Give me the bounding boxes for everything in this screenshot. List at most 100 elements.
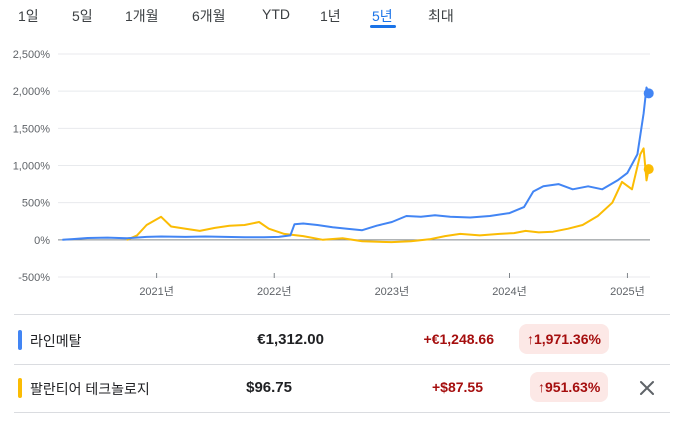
data-point	[185, 228, 187, 230]
data-point	[642, 147, 645, 150]
data-point	[341, 237, 344, 239]
active-tab-indicator	[370, 25, 396, 28]
data-point	[582, 224, 584, 226]
data-point	[214, 227, 216, 229]
security-name: 라인메탈	[30, 333, 82, 349]
data-point	[204, 235, 206, 238]
data-point	[420, 216, 422, 218]
legend-row-palantir[interactable]: 팔란티어 테크놀로지 $96.75 +$87.55 ↑951.63%	[0, 368, 670, 408]
data-point	[645, 179, 648, 181]
data-point	[469, 216, 471, 219]
series-endpoint-marker	[643, 164, 654, 175]
data-point	[601, 188, 603, 190]
data-point	[283, 233, 285, 235]
data-point	[199, 230, 201, 232]
data-point	[444, 235, 446, 237]
security-price: €1,312.00	[257, 331, 324, 348]
tab-6m[interactable]: 6개월	[192, 6, 226, 26]
series-color-swatch	[18, 378, 22, 398]
y-tick-label: 1,000%	[13, 161, 51, 173]
data-point	[626, 172, 629, 174]
data-point	[293, 223, 296, 225]
data-point	[552, 231, 554, 233]
data-point	[538, 231, 540, 233]
tab-max[interactable]: 최대	[428, 6, 454, 26]
data-point	[557, 183, 560, 185]
divider	[14, 364, 670, 365]
data-point	[405, 215, 407, 217]
timeframe-tabs: 1일 5일 1개월 6개월 YTD 1년 5년 최대	[0, 0, 694, 34]
data-point	[302, 235, 304, 237]
data-point	[61, 239, 64, 241]
data-point	[106, 237, 108, 239]
data-point	[572, 188, 574, 190]
data-point	[160, 235, 162, 238]
arrow-up-icon: ↑	[527, 331, 534, 347]
data-point	[243, 236, 246, 238]
percent-change-value: 1,971.36%	[534, 331, 601, 347]
tab-1d[interactable]: 1일	[18, 6, 39, 26]
data-point	[126, 237, 128, 239]
data-point	[146, 224, 148, 226]
data-point	[87, 237, 89, 239]
data-point	[489, 215, 491, 217]
data-point	[331, 226, 334, 228]
tab-1m[interactable]: 1개월	[125, 6, 159, 26]
data-point	[126, 239, 128, 241]
divider	[14, 314, 670, 315]
data-point	[429, 238, 432, 240]
x-tick-label: 2023년	[375, 285, 410, 296]
data-point	[587, 185, 589, 187]
comparison-chart: 2,500% 2,000% 1,500% 1,000% 500% 0% -500…	[13, 49, 654, 296]
data-point	[376, 225, 378, 227]
data-point	[621, 181, 623, 183]
percent-change-value: 951.63%	[545, 379, 601, 395]
data-point	[160, 216, 162, 218]
divider	[14, 412, 670, 413]
data-point	[302, 222, 304, 225]
series-line	[126, 147, 650, 244]
tab-1y[interactable]: 1년	[320, 6, 341, 26]
chart-series	[61, 86, 654, 244]
data-point	[508, 212, 511, 214]
x-tick-label: 2021년	[139, 285, 174, 296]
data-point	[449, 216, 451, 218]
data-point	[361, 240, 363, 242]
tab-ytd[interactable]: YTD	[262, 6, 290, 22]
data-point	[459, 233, 461, 235]
data-point	[268, 228, 270, 230]
x-axis-labels: 2021년 2022년 2023년 2024년 2025년	[139, 285, 644, 296]
data-point	[636, 153, 639, 155]
legend-row-rheinmetall[interactable]: 라인메탈 €1,312.00 +€1,248.66 ↑1,971.36%	[0, 320, 670, 360]
y-tick-label: 2,500%	[13, 49, 51, 61]
data-point	[567, 228, 569, 230]
chart-grid	[58, 53, 650, 278]
data-point	[532, 190, 534, 193]
data-point	[631, 188, 633, 190]
data-point	[146, 236, 148, 238]
tab-5d[interactable]: 5일	[72, 6, 93, 26]
data-point	[611, 202, 613, 204]
y-axis-labels: 2,500% 2,000% 1,500% 1,000% 500% 0% -500…	[13, 49, 51, 284]
price-change: +€1,248.66	[423, 331, 494, 347]
close-icon[interactable]	[636, 377, 658, 399]
data-point	[243, 224, 246, 226]
data-point	[597, 215, 599, 217]
data-point	[263, 236, 265, 238]
data-point	[136, 234, 138, 236]
data-point	[185, 236, 187, 238]
percent-change-badge: ↑951.63%	[530, 372, 609, 402]
series-endpoint-marker	[643, 88, 654, 99]
security-name: 팔란티어 테크놀로지	[30, 381, 150, 397]
data-point	[616, 179, 619, 181]
data-point	[479, 234, 481, 236]
data-point	[642, 112, 645, 115]
data-point	[542, 185, 544, 187]
x-tick-label: 2025년	[610, 285, 645, 296]
y-tick-label: 500%	[22, 198, 50, 210]
tab-5y[interactable]: 5년	[372, 6, 393, 26]
data-point	[346, 228, 348, 230]
y-tick-label: -500%	[18, 272, 50, 284]
data-point	[228, 225, 231, 227]
x-tick-label: 2024년	[492, 285, 527, 296]
